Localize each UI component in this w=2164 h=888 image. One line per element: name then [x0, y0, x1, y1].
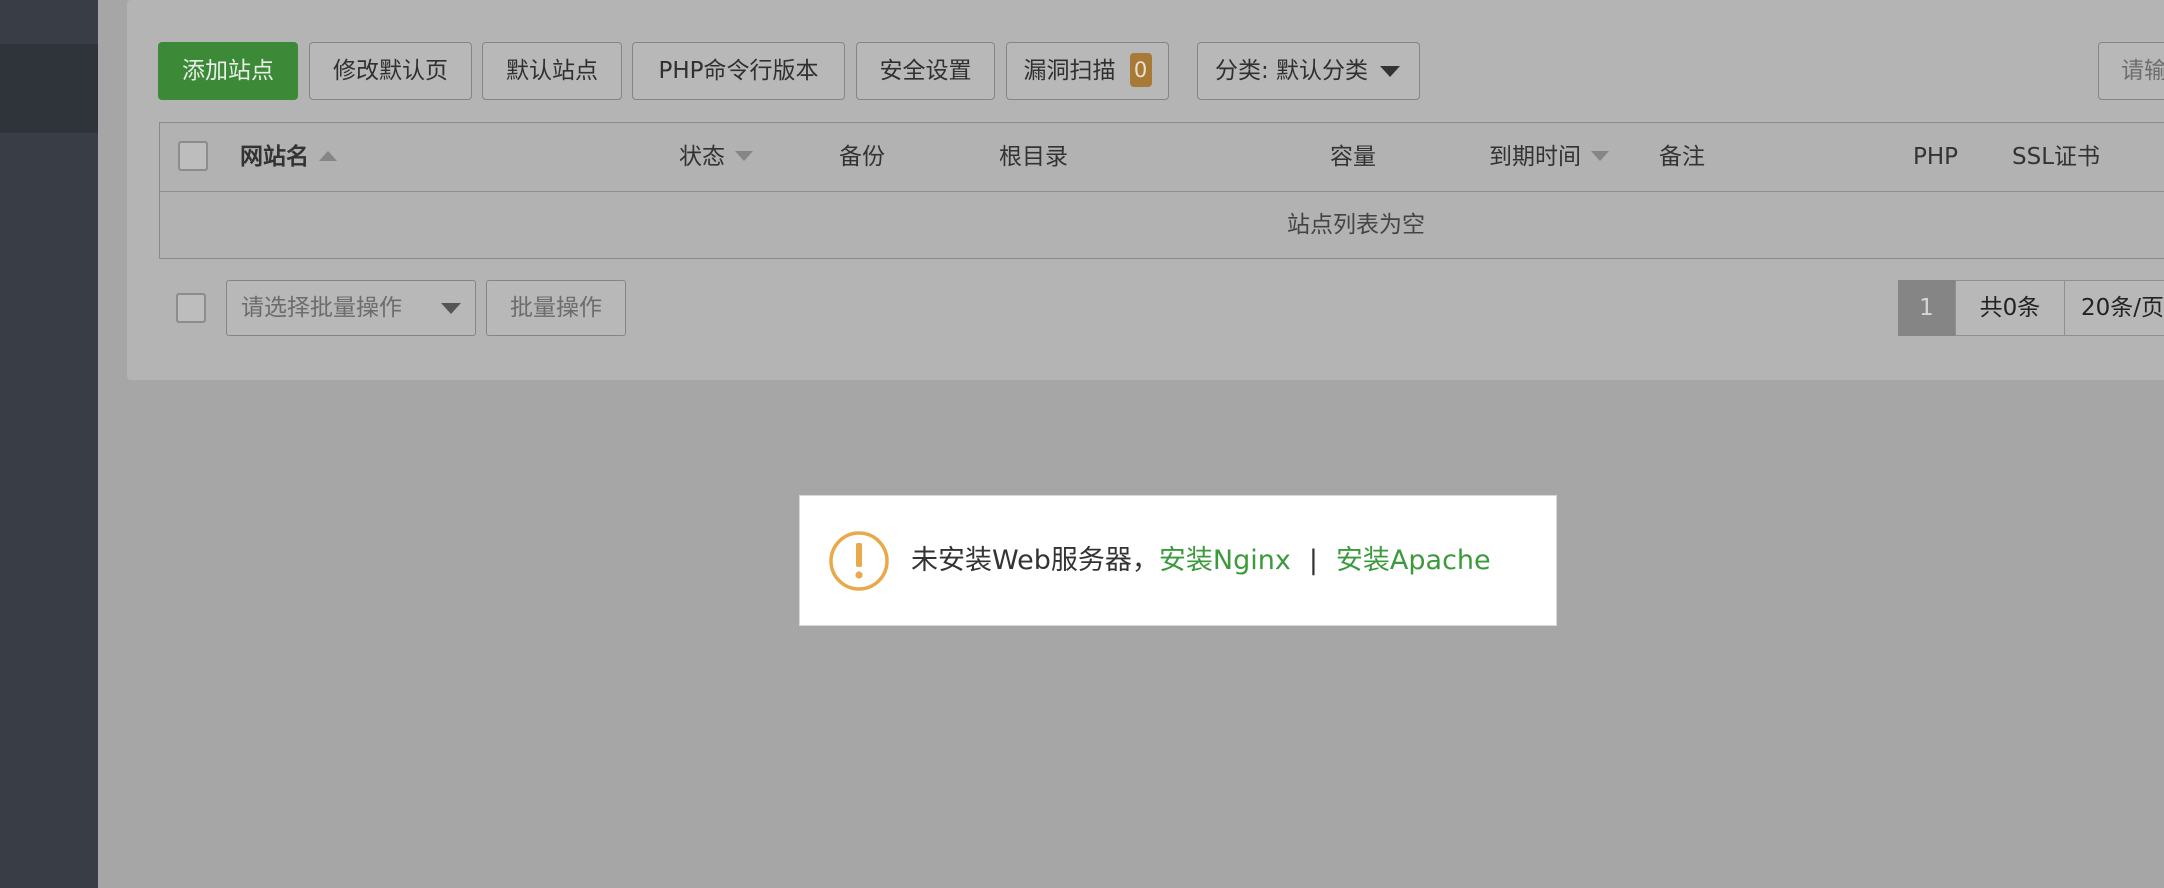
default-site-button[interactable]: 默认站点 [482, 42, 622, 100]
sort-asc-icon [319, 150, 337, 161]
column-expire-time[interactable]: 到期时间 [1489, 123, 1609, 191]
page-total: 共0条 [1955, 280, 2065, 336]
edit-default-page-button[interactable]: 修改默认页 [309, 42, 472, 100]
sort-desc-icon [1591, 150, 1609, 161]
batch-action-placeholder: 请选择批量操作 [241, 295, 402, 321]
column-status-label: 状态 [679, 144, 725, 170]
column-site-name-label: 网站名 [240, 144, 309, 170]
page-size-select[interactable]: 20条/页 [2064, 280, 2164, 336]
select-all-checkbox[interactable] [178, 141, 208, 171]
add-site-button[interactable]: 添加站点 [158, 42, 298, 100]
sort-desc-icon [735, 150, 753, 161]
search-input[interactable]: 请输 [2098, 42, 2164, 100]
column-php: PHP [1913, 144, 1959, 170]
page-current[interactable]: 1 [1898, 280, 1955, 336]
bulk-select-checkbox[interactable] [176, 293, 206, 323]
empty-row: 站点列表为空 [160, 192, 2164, 258]
column-site-name[interactable]: 网站名 [240, 123, 337, 191]
site-table: 网站名 状态 备份 根目录 容量 到期时间 备注 PHP SSL证书 站点列表为… [159, 122, 2164, 259]
column-backup: 备份 [839, 144, 885, 170]
batch-action-button[interactable]: 批量操作 [486, 280, 626, 336]
empty-text: 站点列表为空 [1287, 212, 1425, 238]
vuln-scan-label: 漏洞扫描 [1023, 58, 1116, 84]
vuln-count-badge: 0 [1129, 52, 1152, 87]
category-label: 分类: 默认分类 [1215, 58, 1369, 84]
column-expire-time-label: 到期时间 [1489, 144, 1581, 170]
column-root-dir: 根目录 [999, 144, 1068, 170]
install-apache-link[interactable]: 安装Apache [1336, 545, 1491, 576]
php-cli-version-button[interactable]: PHP命令行版本 [632, 42, 845, 100]
toast-message: 未安装Web服务器，安装Nginx | 安装Apache [911, 496, 1491, 627]
chevron-down-icon [441, 303, 461, 314]
security-settings-button[interactable]: 安全设置 [856, 42, 995, 100]
toast-text: 未安装Web服务器， [911, 545, 1159, 576]
sidebar-active-item[interactable] [0, 44, 98, 133]
batch-action-select[interactable]: 请选择批量操作 [226, 280, 476, 336]
column-ssl: SSL证书 [2012, 144, 2101, 170]
toast-separator: | [1308, 545, 1318, 576]
install-nginx-link[interactable]: 安装Nginx [1159, 545, 1291, 576]
no-webserver-toast: 未安装Web服务器，安装Nginx | 安装Apache [799, 495, 1557, 626]
vuln-scan-button[interactable]: 漏洞扫描 0 [1006, 42, 1169, 100]
category-dropdown[interactable]: 分类: 默认分类 [1197, 42, 1420, 100]
column-remark: 备注 [1659, 144, 1705, 170]
column-status[interactable]: 状态 [679, 123, 753, 191]
warning-icon [829, 531, 889, 591]
left-sidebar [0, 0, 98, 888]
column-capacity: 容量 [1330, 144, 1376, 170]
chevron-down-icon [1380, 66, 1401, 77]
table-header: 网站名 状态 备份 根目录 容量 到期时间 备注 PHP SSL证书 [160, 123, 2164, 192]
